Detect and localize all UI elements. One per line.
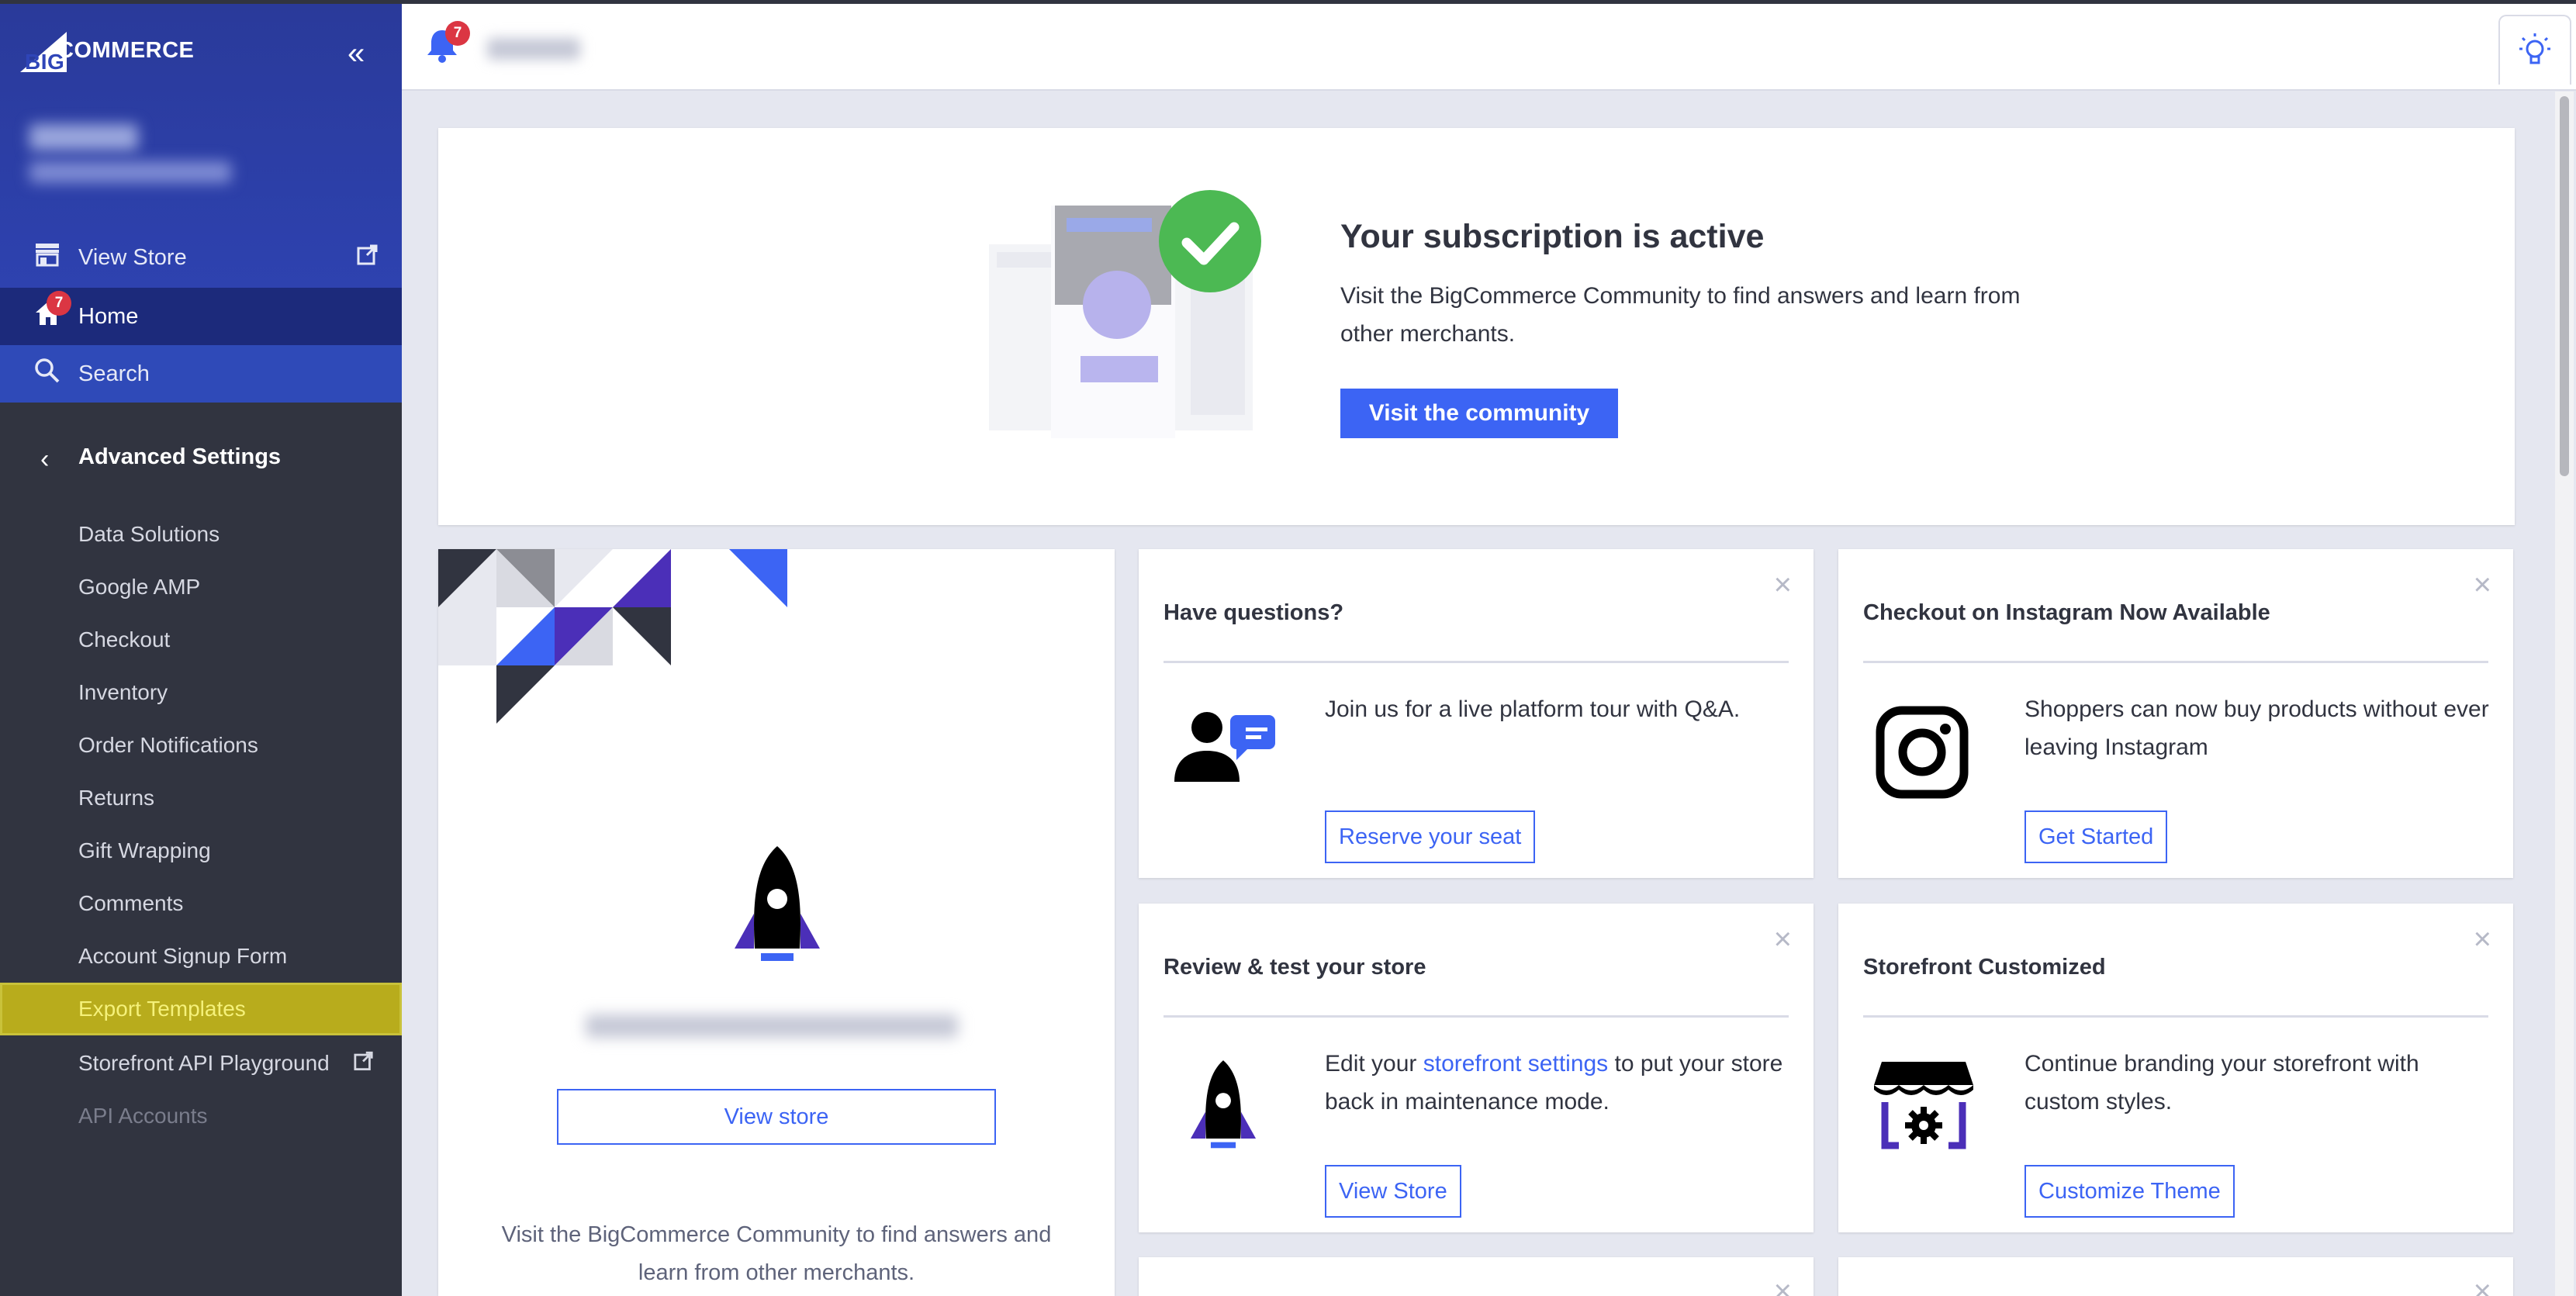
open-for-business-card: View store Visit the BigCommerce Communi… (438, 549, 1115, 1296)
sidebar-item-export-templates[interactable]: Export Templates (0, 983, 402, 1035)
window-top-border (0, 0, 2576, 4)
sidebar-item-label: Gift Wrapping (78, 838, 211, 862)
body-text: Edit your (1325, 1051, 1423, 1077)
subscription-title: Your subscription is active (1340, 218, 1765, 255)
geometric-decoration (438, 549, 787, 724)
sidebar-item-gift-wrapping[interactable]: Gift Wrapping (0, 826, 402, 876)
close-icon[interactable]: × (1774, 924, 1792, 955)
logo-text: COMMERCE (57, 37, 195, 63)
sidebar-item-label: Data Solutions (78, 522, 220, 546)
open-for-business-text-redacted (586, 1014, 958, 1038)
card-body: Continue branding your storefront with c… (2024, 1051, 2419, 1115)
sidebar-item-label: Checkout (78, 627, 171, 651)
card-body: Join us for a live platform tour with Q&… (1325, 696, 1741, 722)
have-questions-card: × Have questions? Join us for a live pla… (1139, 549, 1814, 878)
card-title: Storefront Customized (1863, 955, 2106, 980)
sidebar-item-order-notifications[interactable]: Order Notifications (0, 721, 402, 770)
sidebar-item-search[interactable]: Search (0, 345, 402, 403)
instagram-checkout-card: × Checkout on Instagram Now Available Sh… (1838, 549, 2513, 878)
sidebar-item-comments[interactable]: Comments (0, 879, 402, 928)
person-chat-icon (1174, 712, 1275, 782)
divider (1164, 661, 1789, 663)
visit-community-button[interactable]: Visit the community (1340, 389, 1618, 438)
home-notification-badge: 7 (47, 291, 71, 316)
card-title: Have questions? (1164, 600, 1344, 625)
close-icon[interactable]: × (2474, 924, 2491, 955)
close-icon[interactable]: × (1774, 1276, 1792, 1296)
sidebar-item-label: Comments (78, 891, 184, 915)
card-body: Shoppers can now buy products without ev… (2024, 696, 2489, 760)
notification-count-badge: 7 (445, 21, 470, 46)
sidebar-item-account-signup-form[interactable]: Account Signup Form (0, 931, 402, 981)
subscription-card: Your subscription is active Visit the Bi… (438, 128, 2515, 525)
divider (1863, 661, 2488, 663)
sidebar-item-checkout[interactable]: Checkout (0, 615, 402, 665)
search-label: Search (78, 361, 150, 386)
advanced-settings-back[interactable]: ‹ Advanced Settings (0, 429, 402, 489)
sidebar-item-storefront-api-playground[interactable]: Storefront API Playground (0, 1039, 402, 1088)
search-icon (34, 358, 61, 390)
storefront-settings-link[interactable]: storefront settings (1423, 1051, 1608, 1077)
review-store-card: × Review & test your store Edit your sto… (1139, 904, 1814, 1232)
notifications-bell-icon[interactable]: 7 (425, 21, 470, 68)
chevron-left-icon: ‹ (40, 444, 50, 474)
sidebar-item-label: Export Templates (78, 997, 246, 1021)
customize-theme-button[interactable]: Customize Theme (2024, 1165, 2235, 1218)
sidebar-header: BIG COMMERCE « View Store 7 Home Search (0, 4, 402, 403)
divider (1164, 1015, 1789, 1018)
storefront-customized-card: × Storefront Customized Continue brandin… (1838, 904, 2513, 1232)
view-store-tile-button[interactable]: View Store (1325, 1165, 1461, 1218)
home-label: Home (78, 303, 139, 329)
sidebar-item-google-amp[interactable]: Google AMP (0, 562, 402, 612)
sidebar-item-inventory[interactable]: Inventory (0, 668, 402, 717)
rocket-icon (1190, 1060, 1257, 1149)
view-store-label: View Store (78, 244, 187, 270)
view-store-button[interactable]: View store (557, 1089, 996, 1145)
close-icon[interactable]: × (2474, 569, 2491, 600)
sidebar-item-home[interactable]: 7 Home (0, 288, 402, 345)
subscription-illustration (989, 190, 1268, 450)
card-title: Checkout on Instagram Now Available (1863, 600, 2270, 625)
sidebar-item-label: Inventory (78, 680, 168, 704)
reserve-seat-button[interactable]: Reserve your seat (1325, 810, 1536, 863)
page-scrollbar-thumb[interactable] (2560, 96, 2569, 476)
tips-lightbulb-icon[interactable] (2498, 15, 2571, 85)
external-link-icon (357, 244, 379, 271)
sidebar-item-label: Returns (78, 786, 155, 810)
sidebar-item-label: Storefront API Playground (78, 1051, 330, 1075)
partial-card: × (1139, 1257, 1814, 1296)
close-icon[interactable]: × (2474, 1276, 2491, 1296)
store-name-redacted (29, 124, 231, 183)
sidebar-item-label: API Accounts (78, 1104, 208, 1128)
collapse-sidebar-icon[interactable]: « (348, 38, 365, 69)
section-title: Advanced Settings (78, 444, 282, 469)
store-title-redacted (487, 38, 580, 60)
sidebar-item-data-solutions[interactable]: Data Solutions (0, 510, 402, 559)
sidebar-item-view-store[interactable]: View Store (0, 229, 402, 286)
storefront-gear-icon (1874, 1062, 1973, 1149)
partial-card: × (1838, 1257, 2513, 1296)
storefront-icon (34, 242, 61, 273)
rocket-icon (735, 846, 820, 961)
card-body: Edit your storefront settings to put you… (1325, 1045, 1790, 1121)
close-icon[interactable]: × (1774, 569, 1792, 600)
sidebar-item-label: Google AMP (78, 575, 201, 599)
subscription-text: Visit the BigCommerce Community to find … (1340, 283, 2021, 347)
sidebar-item-label: Account Signup Form (78, 944, 288, 968)
sidebar: BIG COMMERCE « View Store 7 Home Search … (0, 4, 402, 1296)
instagram-icon (1876, 706, 1969, 799)
get-started-button[interactable]: Get Started (2024, 810, 2168, 863)
external-link-icon (354, 1051, 374, 1077)
top-header: 7 (402, 4, 2576, 91)
sidebar-item-returns[interactable]: Returns (0, 773, 402, 823)
divider (1863, 1015, 2488, 1018)
sidebar-item-label: Order Notifications (78, 733, 258, 757)
bigcommerce-logo[interactable]: BIG COMMERCE (20, 27, 194, 74)
community-text: Visit the BigCommerce Community to find … (501, 1222, 1052, 1285)
card-title: Review & test your store (1164, 955, 1426, 980)
sidebar-item-api-accounts[interactable]: API Accounts (0, 1091, 402, 1141)
